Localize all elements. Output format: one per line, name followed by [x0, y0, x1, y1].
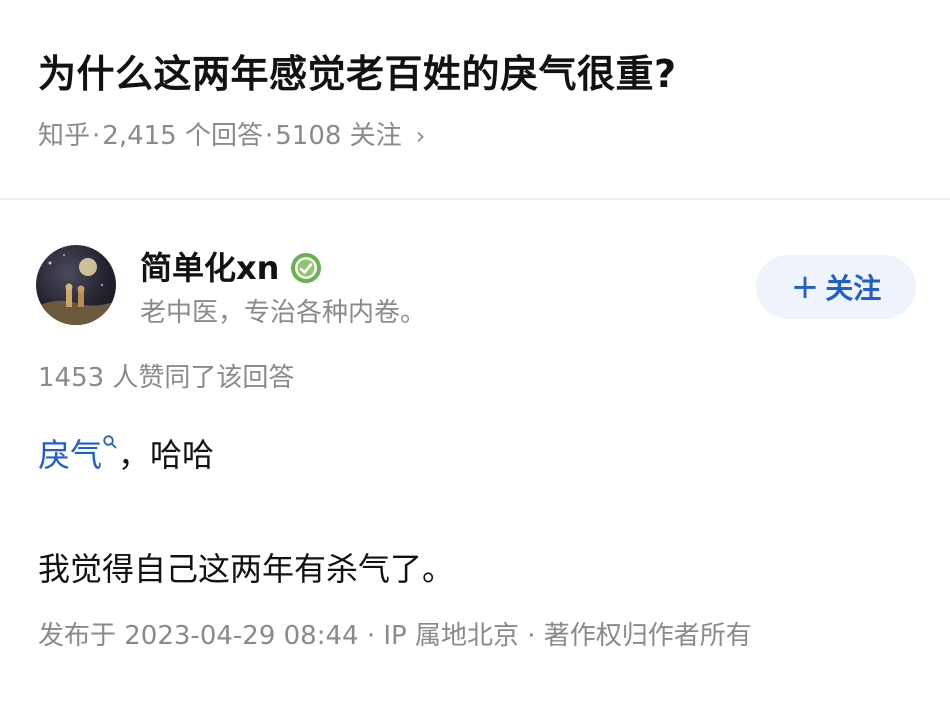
follower-count: 5108 关注 — [275, 121, 402, 151]
answer-count: 2,415 个回答 — [102, 121, 263, 151]
verified-badge-icon — [291, 253, 321, 283]
question-meta[interactable]: 知乎 · 2,415 个回答 · 5108 关注 › — [38, 118, 425, 154]
question-title[interactable]: 为什么这两年感觉老百姓的戾气很重? — [38, 48, 677, 100]
search-icon — [103, 435, 117, 449]
author-row: 简单化xn 老中医，专治各种内卷。 + 关注 — [0, 200, 950, 350]
source-label: 知乎 — [38, 121, 91, 151]
answer-text: ，哈哈 — [118, 436, 215, 474]
link-term-text: 戾气 — [38, 436, 103, 474]
avatar-illustration — [36, 254, 116, 325]
plus-icon: + — [790, 267, 820, 307]
meta-separator: · — [92, 121, 101, 151]
avatar[interactable] — [36, 245, 116, 325]
chevron-right-icon: › — [415, 122, 426, 150]
search-link-term[interactable]: 戾气 — [38, 435, 118, 474]
question-header: 为什么这两年感觉老百姓的戾气很重? 知乎 · 2,415 个回答 · 5108 … — [0, 0, 950, 198]
author-bio: 老中医，专治各种内卷。 — [140, 298, 427, 328]
answer-paragraph: 戾气 ，哈哈 — [38, 432, 214, 478]
answer-paragraph: 我觉得自己这两年有杀气了。 — [38, 550, 455, 588]
follow-button-label: 关注 — [825, 272, 882, 305]
answer-footer: 发布于 2023-04-29 08:44 · IP 属地北京 · 著作权归作者所… — [38, 621, 752, 651]
author-name[interactable]: 简单化xn — [140, 247, 279, 289]
vote-count: 1453 人赞同了该回答 — [38, 363, 295, 393]
follow-button[interactable]: + 关注 — [756, 255, 916, 319]
meta-separator: · — [264, 121, 274, 151]
